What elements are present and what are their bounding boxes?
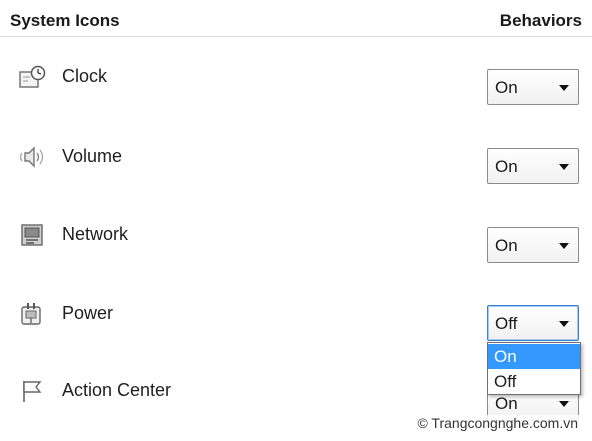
dropdown-option-off[interactable]: Off xyxy=(488,369,580,394)
power-behavior-select[interactable]: Off xyxy=(487,305,579,341)
chevron-down-icon xyxy=(559,85,569,91)
clock-label: Clock xyxy=(62,66,108,86)
power-behavior-value: Off xyxy=(495,314,518,333)
row-volume: Volume On xyxy=(0,140,592,184)
power-plug-icon xyxy=(18,301,48,327)
behaviors-heading: Behaviors xyxy=(499,11,582,30)
volume-label: Volume xyxy=(62,146,123,166)
power-label: Power xyxy=(62,303,114,323)
clock-behavior-value: On xyxy=(495,78,518,97)
watermark: © Trangcongnghe.com.vn xyxy=(413,415,582,431)
row-network: Network On xyxy=(0,218,592,263)
power-behavior-dropdown-list: On Off xyxy=(487,342,581,395)
chevron-down-icon xyxy=(559,401,569,407)
row-power: Power Off xyxy=(0,296,592,342)
network-behavior-value: On xyxy=(495,236,518,255)
flag-icon xyxy=(18,378,48,404)
action-center-label: Action Center xyxy=(62,380,172,400)
chevron-down-icon xyxy=(559,164,569,170)
action-center-behavior-value: On xyxy=(495,394,518,413)
volume-behavior-value: On xyxy=(495,157,518,176)
network-label: Network xyxy=(62,224,129,244)
header-bar: System Icons Behaviors xyxy=(0,0,592,37)
dropdown-option-on[interactable]: On xyxy=(488,344,580,369)
row-clock: Clock On xyxy=(0,60,592,105)
network-icon xyxy=(18,222,48,248)
clock-icon xyxy=(18,65,48,91)
volume-behavior-select[interactable]: On xyxy=(487,148,579,184)
speaker-icon xyxy=(18,144,48,170)
chevron-down-icon xyxy=(559,243,569,249)
system-icons-heading: System Icons xyxy=(10,11,120,30)
chevron-down-icon xyxy=(559,321,569,327)
network-behavior-select[interactable]: On xyxy=(487,227,579,263)
clock-behavior-select[interactable]: On xyxy=(487,69,579,105)
